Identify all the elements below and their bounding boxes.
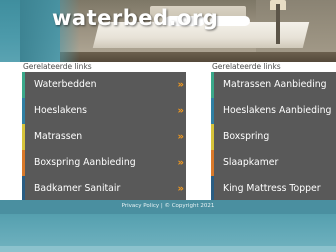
link-hoeslakens[interactable]: Hoeslakens » [22,98,186,124]
chevron-right-icon: » [177,157,185,169]
link-hoeslakens-aanbieding[interactable]: Hoeslakens Aanbieding [211,98,336,124]
link-label: Badkamer Sanitair [34,183,121,195]
link-slaapkamer[interactable]: Slaapkamer [211,150,336,176]
link-list: Waterbedden » Hoeslakens » Matrassen » B… [22,72,186,202]
chevron-right-icon: » [177,79,185,91]
link-badkamer-sanitair[interactable]: Badkamer Sanitair » [22,176,186,202]
link-waterbedden[interactable]: Waterbedden » [22,72,186,98]
chevron-right-icon: » [177,183,185,195]
site-logo[interactable]: waterbed.org [52,6,218,30]
link-label: Boxspring Aanbieding [34,157,136,169]
link-matrassen-aanbieding[interactable]: Matrassen Aanbieding [211,72,336,98]
link-label: Slaapkamer [223,157,279,169]
hero-lamp [276,4,280,44]
link-label: Hoeslakens Aanbieding [223,105,332,117]
link-label: Matrassen Aanbieding [223,79,327,91]
related-links-column-left: Gerelateerde links Waterbedden » Hoeslak… [22,62,186,202]
chevron-right-icon: » [177,131,185,143]
link-label: King Mattress Topper [223,183,321,195]
site-header: waterbed.org [0,0,336,62]
link-boxspring-aanbieding[interactable]: Boxspring Aanbieding » [22,150,186,176]
column-title: Gerelateerde links [23,62,92,71]
link-list: Matrassen Aanbieding Hoeslakens Aanbiedi… [211,72,336,202]
link-label: Waterbedden [34,79,97,91]
link-label: Hoeslakens [34,105,88,117]
chevron-right-icon: » [177,105,185,117]
column-title: Gerelateerde links [212,62,281,71]
link-label: Boxspring [223,131,270,143]
related-links-column-right: Gerelateerde links Matrassen Aanbieding … [211,62,336,202]
link-king-mattress-topper[interactable]: King Mattress Topper [211,176,336,202]
link-boxspring[interactable]: Boxspring [211,124,336,150]
hero-floor [60,52,336,62]
footer-bottom-strip [0,246,336,252]
link-label: Matrassen [34,131,83,143]
link-matrassen[interactable]: Matrassen » [22,124,186,150]
footer-copyright[interactable]: Privacy Policy | © Copyright 2021 [0,203,336,209]
